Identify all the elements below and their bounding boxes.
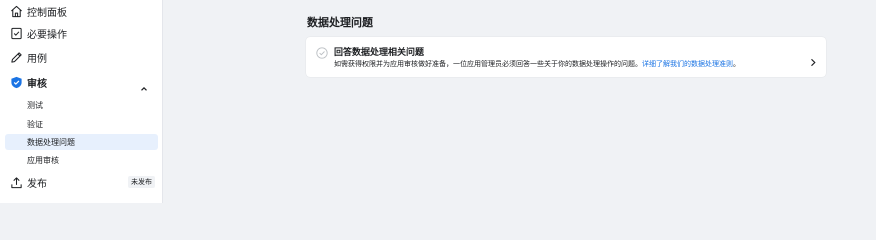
chevron-right-icon[interactable] — [809, 52, 817, 67]
sidebar-subitem-label: 应用审核 — [27, 155, 59, 165]
sidebar-subitem-test[interactable]: 测试 — [5, 97, 158, 113]
sidebar-item-label: 必要操作 — [27, 29, 67, 41]
sidebar-item-publish[interactable]: 发布 未发布 — [0, 174, 163, 190]
chevron-up-icon[interactable] — [140, 78, 148, 91]
sidebar-item-label: 发布 — [27, 178, 47, 190]
data-handling-card[interactable]: 回答数据处理相关问题 如需获得权限并为应用审核做好准备，一位应用管理员必须回答一… — [306, 37, 826, 77]
sidebar-item-label: 用例 — [27, 53, 47, 65]
upload-icon — [9, 175, 23, 189]
sidebar-subitem-label: 数据处理问题 — [27, 137, 75, 147]
card-description-text: 如需获得权限并为应用审核做好准备，一位应用管理员必须回答一些关于你的数据处理操作… — [334, 60, 642, 68]
sidebar-subitem-verification[interactable]: 验证 — [5, 116, 158, 132]
sidebar-item-label: 控制面板 — [27, 7, 67, 19]
sidebar-subitem-label: 验证 — [27, 119, 43, 129]
sidebar-subitem-label: 测试 — [27, 100, 43, 110]
main-content: 数据处理问题 回答数据处理相关问题 如需获得权限并为应用审核做好准备，一位应用管… — [163, 0, 876, 203]
card-description-trailing: 。 — [733, 60, 740, 68]
checklist-icon — [9, 26, 23, 40]
sidebar-item-required-actions[interactable]: 必要操作 — [0, 25, 163, 41]
home-icon — [9, 4, 23, 18]
card-title: 回答数据处理相关问题 — [334, 48, 425, 58]
sidebar-item-dashboard[interactable]: 控制面板 — [0, 3, 163, 19]
card-description: 如需获得权限并为应用审核做好准备，一位应用管理员必须回答一些关于你的数据处理操作… — [334, 59, 740, 69]
sidebar-subitem-data-handling[interactable]: 数据处理问题 — [5, 134, 158, 150]
sidebar-item-review[interactable]: 审核 — [0, 74, 163, 91]
page-title: 数据处理问题 — [307, 16, 373, 29]
data-handling-policy-link[interactable]: 详细了解我们的数据处理准则 — [642, 60, 733, 68]
pencil-icon — [9, 50, 23, 64]
shield-check-icon — [9, 75, 23, 89]
check-circle-icon — [316, 44, 328, 59]
sidebar-item-label: 审核 — [27, 78, 47, 90]
status-badge: 未发布 — [128, 176, 155, 188]
app-root: 控制面板 必要操作 用例 审核 测试 验证 数据处理问题 应用审核 发布 未发布… — [0, 0, 876, 203]
sidebar-subitem-app-review[interactable]: 应用审核 — [5, 152, 158, 168]
sidebar: 控制面板 必要操作 用例 审核 测试 验证 数据处理问题 应用审核 发布 未发布 — [0, 0, 163, 203]
sidebar-item-use-cases[interactable]: 用例 — [0, 49, 163, 65]
